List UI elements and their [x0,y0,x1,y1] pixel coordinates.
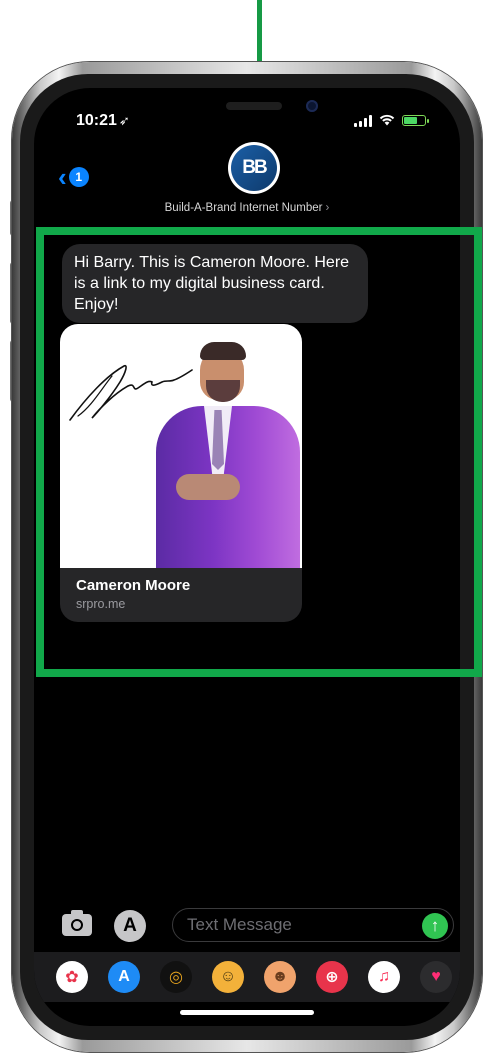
contact-name: Build-A-Brand Internet Number [164,202,323,214]
avatar-initials: BB [231,145,277,191]
unread-badge: 1 [68,167,89,187]
message-composer: A Text Message ↑ [58,906,454,946]
front-camera [306,100,318,112]
memoji-icon[interactable]: ☻ [264,961,296,993]
person-hands [176,474,240,500]
photos-icon[interactable]: ✿ [56,961,88,993]
battery-charging-icon [402,115,429,126]
link-preview-image [60,324,302,568]
app-store-button[interactable]: A [114,910,146,942]
contact-avatar[interactable]: BB [228,142,280,194]
link-preview-title: Cameron Moore [76,577,191,594]
home-indicator[interactable] [180,1010,314,1015]
image-search-icon[interactable]: ⊕ [316,961,348,993]
chevron-right-icon: › [325,202,330,214]
contact-name-button[interactable]: Build-A-Brand Internet Number › [34,202,460,214]
received-message-bubble[interactable]: Hi Barry. This is Cameron Moore. Here is… [62,244,368,323]
wifi-icon [379,114,395,127]
text-message-input[interactable]: Text Message [172,908,454,942]
app-store-icon[interactable]: A [108,961,140,993]
link-preview-url: srpro.me [76,597,126,611]
imessage-app-drawer: ✿ A ◎ ☺ ☻ ⊕ ♫ ♥ [34,952,460,1002]
status-icons [354,114,429,127]
chevron-left-icon: ‹ [58,162,67,192]
person-hair [200,342,246,360]
earpiece-speaker [226,102,282,110]
location-arrow-icon: ➶ [118,113,130,128]
music-icon[interactable]: ♫ [368,961,400,993]
send-button[interactable]: ↑ [422,913,448,939]
activity-icon[interactable]: ◎ [160,961,192,993]
status-time-label: 10:21 [76,112,117,129]
notch [134,88,359,130]
phone-screen: 10:21 ➶ ‹ 1 BB Build-A-Brand Internet Num… [34,88,460,1026]
signal-icon [354,114,372,127]
back-button[interactable]: ‹ 1 [58,164,89,190]
digital-touch-icon[interactable]: ♥ [420,961,452,993]
link-preview-card[interactable]: Cameron Moore srpro.me [60,324,302,622]
camera-icon[interactable] [62,910,92,936]
animoji-icon[interactable]: ☺ [212,961,244,993]
status-time: 10:21 ➶ [76,112,130,130]
